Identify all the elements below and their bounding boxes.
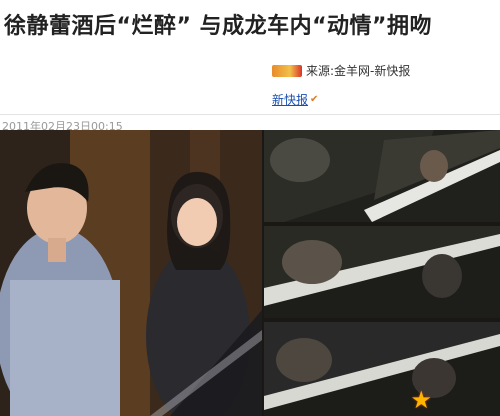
newspaper-logo-icon <box>272 64 302 77</box>
source-label: 来源:金羊网-新快报 <box>306 64 411 78</box>
source-link[interactable]: 新快报 <box>272 91 308 108</box>
car-photo-1 <box>264 130 500 222</box>
photo-collage: ★ <box>0 130 500 416</box>
car-photo-2 <box>264 226 500 318</box>
article-headline: 徐静蕾酒后“烂醉” 与成龙车内“动情”拥吻 <box>4 14 432 39</box>
car-photo-3 <box>264 322 500 416</box>
main-photo <box>0 130 262 416</box>
source-row: 来源:金羊网-新快报 <box>272 62 410 79</box>
car-photo-1-illustration <box>264 130 500 222</box>
car-photo-2-illustration <box>264 226 500 318</box>
main-photo-illustration <box>0 130 262 416</box>
star-logo-icon: ★ <box>410 386 432 414</box>
car-photo-3-illustration <box>264 322 500 416</box>
check-icon: ✔ <box>310 94 319 105</box>
divider <box>0 114 500 115</box>
source-link-row[interactable]: 新快报 ✔ <box>272 91 318 108</box>
